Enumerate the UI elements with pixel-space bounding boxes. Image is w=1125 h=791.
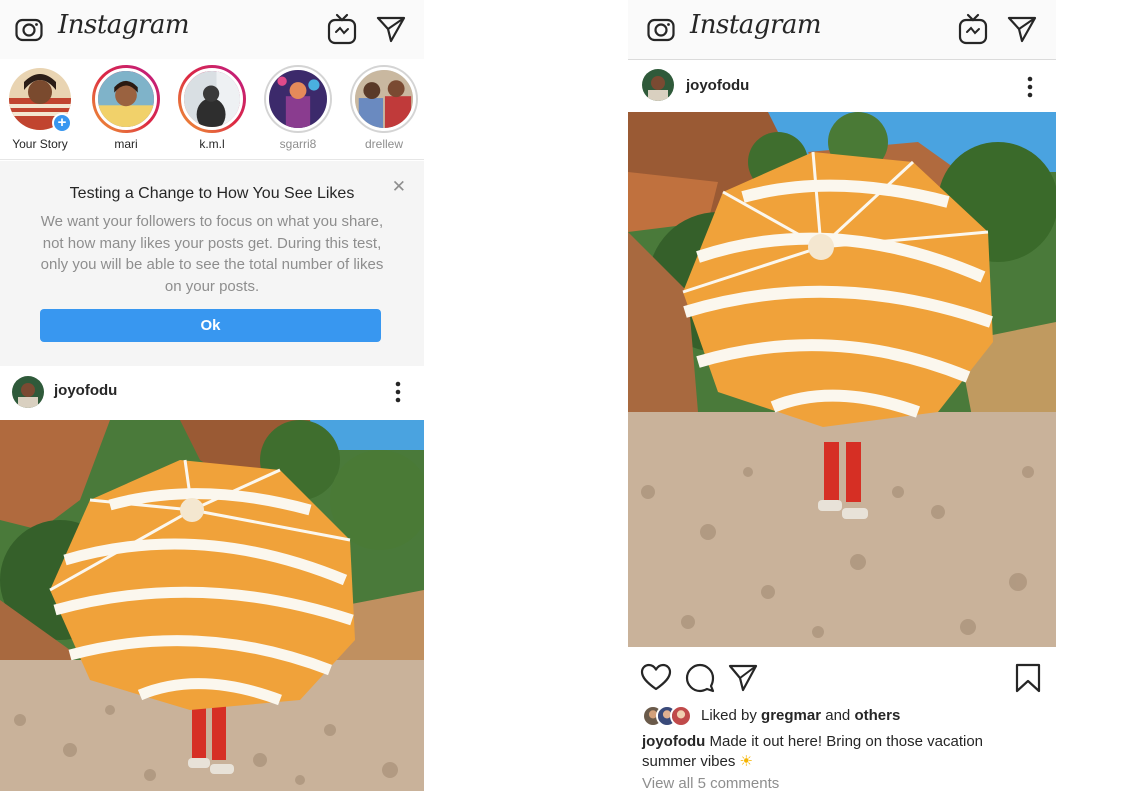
likes-test-notice: ✕ Testing a Change to How You See Likes … — [0, 161, 424, 366]
avatar — [670, 705, 692, 727]
post-username[interactable]: joyofodu — [54, 382, 117, 399]
top-bar: Instagram — [0, 0, 424, 59]
igtv-icon[interactable] — [958, 13, 988, 45]
view-all-comments-link[interactable]: View all 5 comments — [642, 775, 779, 791]
story-name: mari — [114, 137, 138, 151]
umbrella-photo — [0, 420, 424, 791]
liked-by-prefix: Liked by — [701, 707, 757, 724]
post-header: joyofodu — [0, 366, 424, 418]
igtv-icon[interactable] — [327, 13, 357, 45]
liked-by-others[interactable]: others — [854, 707, 900, 724]
liked-by-row[interactable]: Liked by gregmar and others — [642, 705, 1042, 727]
share-icon[interactable] — [727, 662, 759, 694]
story-mari[interactable]: mari — [86, 65, 166, 151]
camera-icon[interactable] — [646, 14, 676, 44]
notice-title: Testing a Change to How You See Likes — [69, 185, 355, 202]
avatar — [181, 68, 243, 131]
feed-screen-with-notice: Instagram + Your Story mari k.m.l sgarri… — [0, 0, 424, 791]
feed-screen-post: Instagram joyofodu Liked by gregmar and … — [628, 0, 1056, 791]
camera-icon[interactable] — [14, 14, 44, 44]
caption-username[interactable]: joyofodu — [642, 733, 705, 750]
instagram-wordmark: Instagram — [58, 10, 190, 40]
story-name: k.m.l — [199, 137, 225, 151]
umbrella-photo — [628, 112, 1056, 647]
sun-emoji-icon: ☀ — [739, 752, 753, 770]
story-name: drellew — [364, 137, 403, 151]
direct-message-icon[interactable] — [376, 15, 406, 43]
story-ring — [178, 65, 246, 133]
story-kml[interactable]: k.m.l — [172, 65, 252, 151]
stories-tray: + Your Story mari k.m.l sgarri8 drellew — [0, 59, 424, 160]
story-sgarri8[interactable]: sgarri8 — [258, 65, 338, 151]
post-username[interactable]: joyofodu — [686, 77, 749, 94]
liked-by-username[interactable]: gregmar — [761, 707, 821, 724]
more-options-icon[interactable] — [394, 380, 402, 404]
comment-icon[interactable] — [684, 662, 716, 694]
avatar — [266, 67, 330, 131]
liked-by-text: Liked by gregmar and others — [701, 707, 900, 724]
story-drellew[interactable]: drellew — [344, 65, 424, 151]
bookmark-icon[interactable] — [1012, 662, 1044, 694]
post-caption: joyofodu Made it out here! Bring on thos… — [642, 732, 1012, 771]
story-ring — [350, 65, 418, 133]
avatar[interactable] — [642, 69, 674, 101]
avatar — [95, 68, 157, 130]
more-options-icon[interactable] — [1026, 75, 1034, 99]
notice-body: We want your followers to focus on what … — [40, 213, 384, 295]
instagram-wordmark: Instagram — [690, 10, 822, 40]
ok-button[interactable]: Ok — [40, 309, 381, 342]
story-ring — [264, 65, 332, 133]
story-name: sgarri8 — [279, 137, 317, 151]
post-action-bar — [628, 648, 1056, 706]
heart-icon[interactable] — [640, 662, 672, 694]
direct-message-icon[interactable] — [1007, 15, 1037, 43]
post-photo[interactable] — [0, 420, 424, 791]
add-story-plus-icon[interactable]: + — [52, 113, 72, 133]
post-photo[interactable] — [628, 112, 1056, 647]
story-ring — [92, 65, 160, 133]
story-your-story[interactable]: + Your Story — [0, 65, 80, 151]
top-bar: Instagram — [628, 0, 1056, 61]
avatar — [352, 67, 416, 131]
post-header: joyofodu — [628, 60, 1056, 112]
story-name: Your Story — [12, 137, 68, 151]
liked-by-and: and — [825, 707, 851, 724]
avatar[interactable] — [12, 376, 44, 408]
story-ring: + — [6, 65, 74, 133]
